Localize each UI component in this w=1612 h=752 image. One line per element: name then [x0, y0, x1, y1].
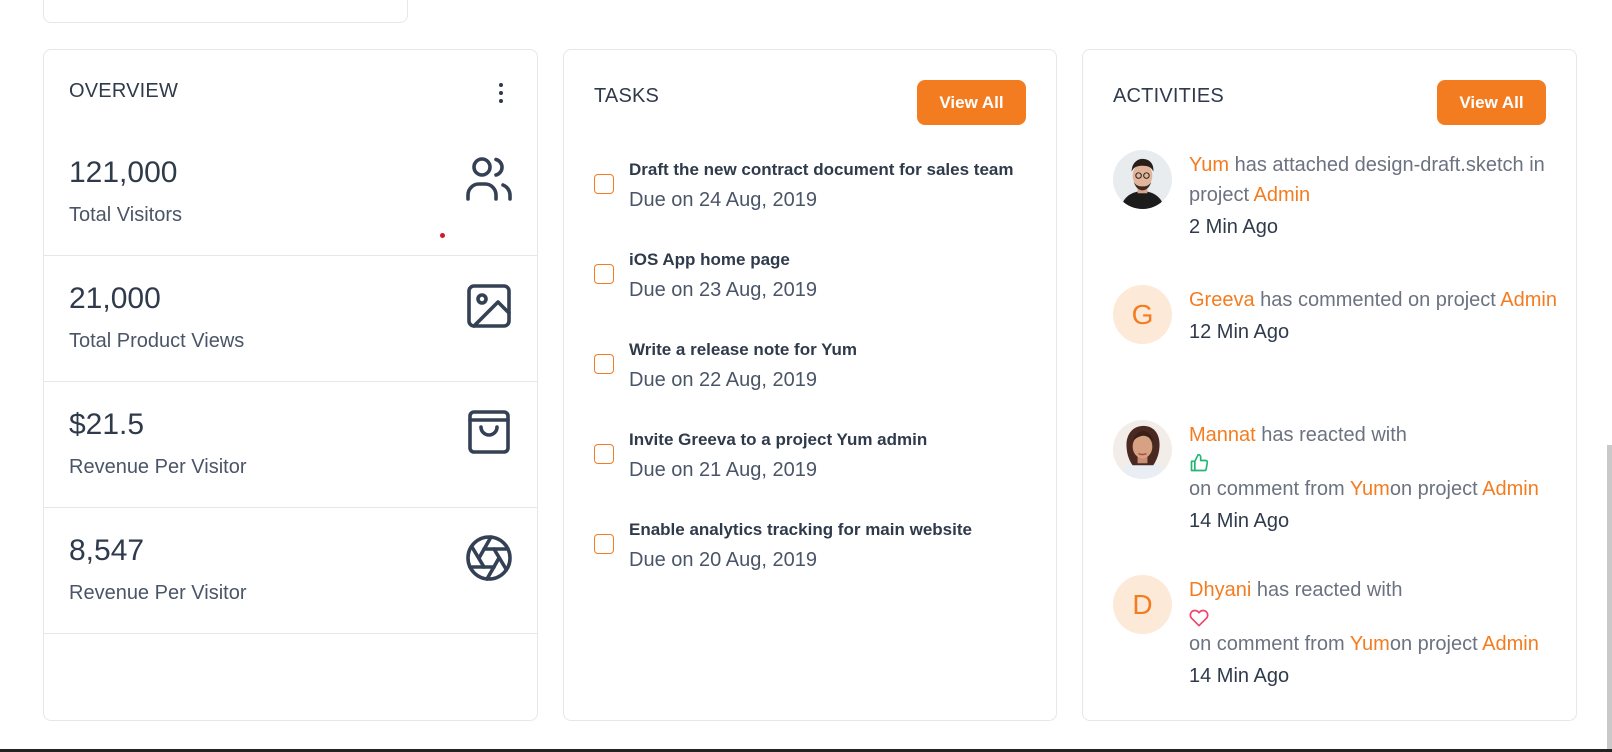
avatar [1113, 150, 1172, 209]
activity-user-link[interactable]: Yum [1189, 154, 1229, 176]
task-checkbox[interactable] [594, 444, 614, 464]
stat-list: 121,000 Total Visitors 21,000 Total Prod… [44, 130, 537, 634]
activity-list: Yum has attached design-draft.sketch in … [1113, 150, 1566, 705]
activity-time: 2 Min Ago [1189, 216, 1278, 238]
task-checkbox[interactable] [594, 174, 614, 194]
top-card [43, 0, 408, 23]
activity-text: has commented on project [1254, 289, 1501, 311]
activity-project-link[interactable]: Admin [1253, 184, 1310, 206]
stat-row-revenue-per-visitor: $21.5 Revenue Per Visitor [44, 382, 537, 508]
status-dot [440, 233, 445, 238]
stat-label: Total Product Views [69, 330, 245, 352]
activity-text: has reacted with [1251, 579, 1403, 601]
task-title: Draft the new contract document for sale… [629, 160, 1014, 179]
activity-comment-user-link[interactable]: Yum [1350, 633, 1390, 655]
activity-text: has reacted with [1255, 424, 1407, 446]
activity-on-comment-text: on comment from [1189, 478, 1350, 500]
activity-item: D Dhyani has reacted with on comment fro… [1113, 575, 1566, 705]
task-due-date: Due on 23 Aug, 2019 [629, 279, 817, 301]
stat-value: $21.5 [69, 408, 145, 441]
activity-user-link[interactable]: Dhyani [1189, 579, 1251, 601]
task-due-date: Due on 22 Aug, 2019 [629, 369, 817, 391]
scrollbar-thumb[interactable] [1607, 445, 1612, 752]
activity-project-link[interactable]: Admin [1482, 478, 1539, 500]
stat-value: 8,547 [69, 534, 145, 567]
task-title: Enable analytics tracking for main websi… [629, 520, 972, 539]
activity-time: 12 Min Ago [1189, 321, 1290, 343]
task-checkbox[interactable] [594, 264, 614, 284]
activities-title: ACTIVITIES [1113, 85, 1224, 107]
stat-label: Revenue Per Visitor [69, 456, 247, 478]
heart-icon [1189, 607, 1566, 629]
activity-on-project-text: on project [1389, 478, 1483, 500]
more-options-icon[interactable] [494, 83, 508, 103]
stat-row-total-visitors: 121,000 Total Visitors [44, 130, 537, 256]
task-item: Draft the new contract document for sale… [594, 160, 1036, 250]
stat-value: 121,000 [69, 156, 178, 189]
task-due-date: Due on 20 Aug, 2019 [629, 549, 817, 571]
stat-label: Revenue Per Visitor [69, 582, 247, 604]
task-list: Draft the new contract document for sale… [594, 160, 1036, 610]
task-due-date: Due on 21 Aug, 2019 [629, 459, 817, 481]
task-item: iOS App home page Due on 23 Aug, 2019 [594, 250, 1036, 340]
task-item: Write a release note for Yum Due on 22 A… [594, 340, 1036, 430]
task-item: Invite Greeva to a project Yum admin Due… [594, 430, 1036, 520]
stat-label: Total Visitors [69, 204, 183, 226]
shopping-bag-icon [465, 408, 513, 456]
activity-text: has attached design-draft.sketch in proj… [1189, 154, 1545, 206]
thumbs-up-icon [1189, 452, 1566, 474]
stat-value: 21,000 [69, 282, 161, 315]
stat-row-product-views: 21,000 Total Product Views [44, 256, 537, 382]
task-due-date: Due on 24 Aug, 2019 [629, 189, 817, 211]
stat-row-revenue-per-visitor-2: 8,547 Revenue Per Visitor [44, 508, 537, 634]
task-title: iOS App home page [629, 250, 790, 269]
users-icon [465, 156, 513, 204]
task-title: Invite Greeva to a project Yum admin [629, 430, 928, 449]
activities-card: ACTIVITIES View All Yum has attached des… [1082, 49, 1577, 721]
activity-on-project-text: on project [1389, 633, 1483, 655]
activity-item: G Greeva has commented on project Admin … [1113, 285, 1566, 420]
dashboard-page: OVERVIEW 121,000 Total Visitors 21,000 T… [0, 0, 1612, 752]
activity-on-comment-text: on comment from [1189, 633, 1350, 655]
activity-user-link[interactable]: Greeva [1189, 289, 1255, 311]
overview-card: OVERVIEW 121,000 Total Visitors 21,000 T… [43, 49, 538, 721]
tasks-card: TASKS View All Draft the new contract do… [563, 49, 1057, 721]
activity-item: Mannat has reacted with on comment from … [1113, 420, 1566, 575]
activity-comment-user-link[interactable]: Yum [1350, 478, 1390, 500]
task-item: Enable analytics tracking for main websi… [594, 520, 1036, 610]
task-checkbox[interactable] [594, 534, 614, 554]
activity-time: 14 Min Ago [1189, 510, 1290, 532]
activities-view-all-button[interactable]: View All [1437, 80, 1546, 125]
activity-project-link[interactable]: Admin [1482, 633, 1539, 655]
task-checkbox[interactable] [594, 354, 614, 374]
image-icon [465, 282, 513, 330]
avatar [1113, 420, 1172, 479]
avatar: D [1113, 575, 1172, 634]
task-title: Write a release note for Yum [629, 340, 858, 359]
activity-user-link[interactable]: Mannat [1189, 424, 1256, 446]
activity-item: Yum has attached design-draft.sketch in … [1113, 150, 1566, 285]
overview-title: OVERVIEW [69, 80, 179, 102]
tasks-title: TASKS [594, 85, 660, 107]
aperture-icon [465, 534, 513, 582]
tasks-view-all-button[interactable]: View All [917, 80, 1026, 125]
activity-project-link[interactable]: Admin [1500, 289, 1557, 311]
activity-time: 14 Min Ago [1189, 665, 1290, 687]
avatar: G [1113, 285, 1172, 344]
